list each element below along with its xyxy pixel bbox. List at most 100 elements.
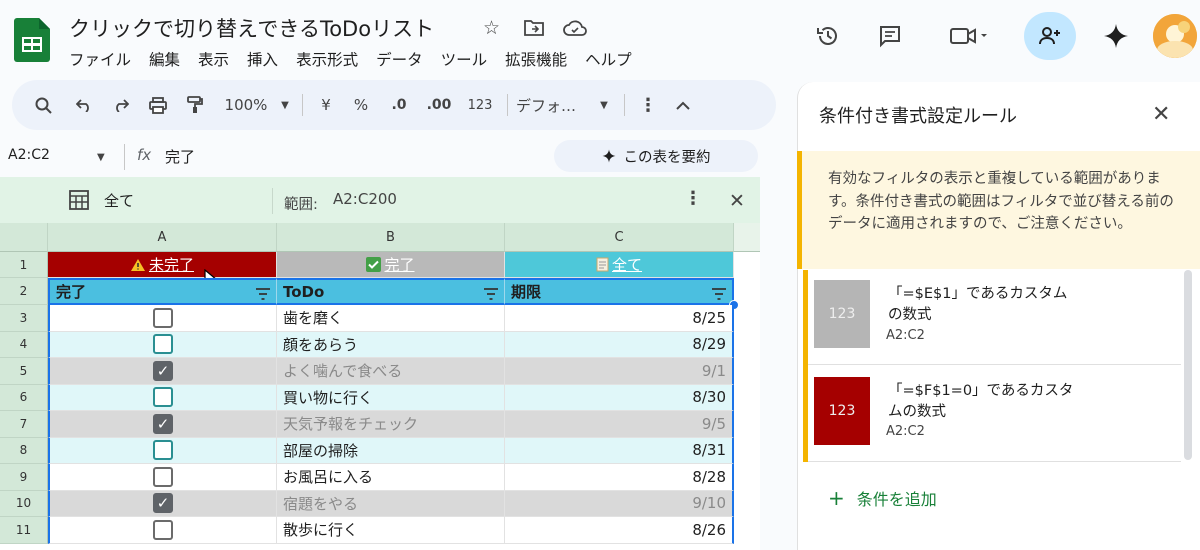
filter-chip-incomplete[interactable]: 未完了: [48, 252, 277, 278]
formula-input[interactable]: 完了: [165, 146, 195, 167]
sheets-logo-icon[interactable]: [14, 18, 50, 62]
todo-cell[interactable]: 顔をあらう: [277, 331, 505, 358]
due-date-cell[interactable]: 9/1: [505, 358, 734, 385]
filter-chip-complete[interactable]: 完了: [277, 252, 505, 278]
undo-icon[interactable]: [64, 90, 104, 120]
row-header[interactable]: 4: [0, 331, 48, 358]
todo-cell[interactable]: 部屋の掃除: [277, 437, 505, 464]
checkbox-unchecked[interactable]: [153, 334, 173, 355]
checkbox-unchecked[interactable]: [153, 387, 173, 408]
checkbox-cell[interactable]: ✓: [48, 358, 277, 385]
checkbox-unchecked[interactable]: [153, 466, 173, 487]
row-header[interactable]: 10: [0, 490, 48, 517]
close-filter-view-icon[interactable]: ✕: [729, 190, 745, 212]
name-box-dropdown-icon[interactable]: ▼: [97, 152, 105, 163]
comments-icon[interactable]: [868, 14, 912, 58]
due-date-cell[interactable]: 8/31: [505, 437, 734, 464]
name-box[interactable]: A2:C2: [8, 147, 50, 163]
menu-help[interactable]: ヘルプ: [576, 48, 641, 70]
checkbox-unchecked[interactable]: [153, 307, 173, 328]
menu-edit[interactable]: 編集: [140, 48, 189, 70]
search-menus-icon[interactable]: [28, 90, 58, 120]
filter-view-name[interactable]: 全て: [104, 190, 134, 211]
spreadsheet-grid[interactable]: A B C 1 未完了 完了 全て 2 完了 ToDo 期限 3 歯を磨く 8/25…: [0, 223, 760, 550]
row-header[interactable]: 11: [0, 517, 48, 544]
share-add-person-icon[interactable]: [1024, 12, 1076, 60]
more-options-vertical-icon[interactable]: ⋮: [633, 90, 663, 120]
checkbox-checked[interactable]: ✓: [153, 493, 173, 514]
row-header[interactable]: 6: [0, 384, 48, 411]
menu-insert[interactable]: 挿入: [238, 48, 287, 70]
row-header[interactable]: 3: [0, 305, 48, 332]
decrease-decimal-button[interactable]: .0: [381, 90, 417, 120]
todo-cell[interactable]: 歯を磨く: [277, 305, 505, 332]
version-history-icon[interactable]: [806, 14, 850, 58]
due-date-cell[interactable]: 8/25: [505, 305, 734, 332]
row-header[interactable]: 8: [0, 437, 48, 464]
paint-format-icon[interactable]: [178, 90, 212, 120]
checkbox-checked[interactable]: ✓: [153, 360, 173, 381]
header-cell-todo[interactable]: ToDo: [277, 278, 505, 305]
checkbox-unchecked[interactable]: [153, 519, 173, 540]
menu-view[interactable]: 表示: [189, 48, 238, 70]
checkbox-cell[interactable]: [48, 437, 277, 464]
checkbox-unchecked[interactable]: [153, 440, 173, 461]
menu-data[interactable]: データ: [367, 48, 432, 70]
due-date-cell[interactable]: 8/26: [505, 517, 734, 544]
due-date-cell[interactable]: 9/10: [505, 490, 734, 517]
column-header-b[interactable]: B: [277, 223, 505, 252]
zoom-dropdown-arrow-icon[interactable]: ▼: [276, 90, 294, 120]
filter-view-icon[interactable]: [69, 190, 89, 214]
todo-cell[interactable]: お風呂に入る: [277, 464, 505, 491]
meet-video-icon[interactable]: [940, 14, 998, 58]
currency-format-button[interactable]: ¥: [311, 90, 341, 120]
move-folder-icon[interactable]: [524, 16, 544, 40]
zoom-select[interactable]: 100%: [216, 90, 276, 120]
document-title[interactable]: クリックで切り替えできるToDoリスト: [69, 13, 434, 43]
todo-cell[interactable]: 買い物に行く: [277, 384, 505, 411]
column-header-c[interactable]: C: [505, 223, 734, 252]
font-family-select[interactable]: デフォ…: [516, 90, 592, 120]
checkbox-cell[interactable]: [48, 517, 277, 544]
format-rule-item[interactable]: 123 「=$E$1」であるカスタムの数式 A2:C2: [803, 270, 1181, 366]
todo-cell[interactable]: 散歩に行く: [277, 517, 505, 544]
due-date-cell[interactable]: 8/28: [505, 464, 734, 491]
checkbox-cell[interactable]: ✓: [48, 490, 277, 517]
filter-icon[interactable]: [256, 288, 270, 300]
header-cell-done[interactable]: 完了: [48, 278, 277, 305]
menu-format[interactable]: 表示形式: [287, 48, 367, 70]
checkbox-checked[interactable]: ✓: [153, 413, 173, 434]
print-icon[interactable]: [138, 90, 178, 120]
more-formats-button[interactable]: 123: [461, 90, 499, 120]
add-condition-button[interactable]: + 条件を追加: [828, 486, 937, 510]
font-dropdown-arrow-icon[interactable]: ▼: [592, 90, 616, 120]
row-header[interactable]: 1: [0, 252, 48, 278]
row-header[interactable]: 9: [0, 464, 48, 491]
row-header[interactable]: 5: [0, 358, 48, 385]
filter-range-input[interactable]: A2:C200: [333, 190, 397, 208]
row-header[interactable]: 2: [0, 278, 48, 305]
filter-icon[interactable]: [484, 288, 498, 300]
due-date-cell[interactable]: 8/29: [505, 331, 734, 358]
checkbox-cell[interactable]: [48, 464, 277, 491]
gemini-sparkle-icon[interactable]: [1094, 14, 1138, 58]
filter-chip-all[interactable]: 全て: [505, 252, 734, 278]
close-panel-icon[interactable]: ✕: [1152, 102, 1170, 127]
account-avatar[interactable]: [1153, 14, 1197, 58]
todo-cell[interactable]: 宿題をやる: [277, 490, 505, 517]
column-header-a[interactable]: A: [48, 223, 277, 252]
header-cell-due[interactable]: 期限: [505, 278, 734, 305]
cloud-saved-icon[interactable]: [563, 16, 587, 40]
checkbox-cell[interactable]: [48, 305, 277, 332]
panel-scrollbar-thumb[interactable]: [1184, 270, 1192, 460]
increase-decimal-button[interactable]: .00: [417, 90, 461, 120]
star-icon[interactable]: ☆: [483, 16, 500, 40]
redo-icon[interactable]: [104, 90, 138, 120]
collapse-menus-chevron-up-icon[interactable]: [663, 90, 703, 120]
menu-extensions[interactable]: 拡張機能: [496, 48, 576, 70]
select-all-corner[interactable]: [0, 223, 48, 252]
todo-cell[interactable]: よく噛んで食べる: [277, 358, 505, 385]
row-header[interactable]: 7: [0, 411, 48, 438]
menu-file[interactable]: ファイル: [60, 48, 140, 70]
due-date-cell[interactable]: 8/30: [505, 384, 734, 411]
